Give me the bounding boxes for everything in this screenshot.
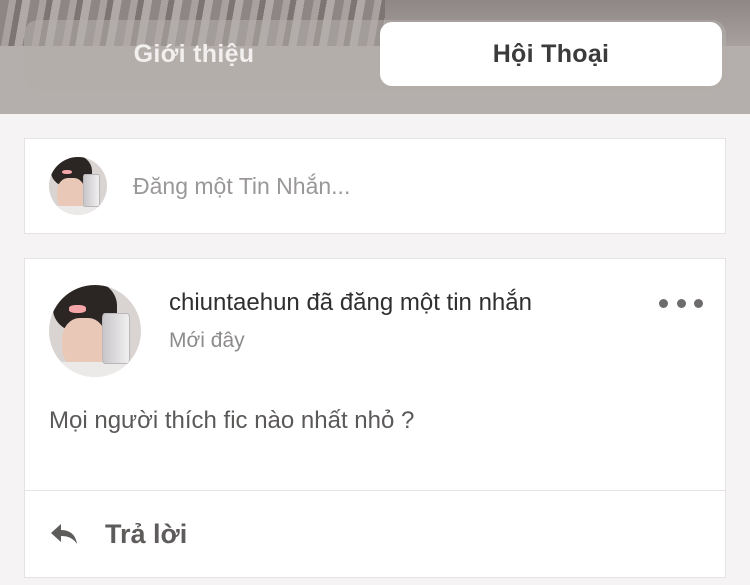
post-card: chiuntaehun đã đăng một tin nhắn Mới đây… xyxy=(24,258,726,578)
post-author-avatar[interactable] xyxy=(49,285,141,377)
post-timestamp: Mới đây xyxy=(169,329,245,352)
avatar xyxy=(49,157,107,215)
reply-label: Trả lời xyxy=(105,518,188,549)
more-options-icon[interactable] xyxy=(659,291,703,315)
profile-header: Giới thiệu Hội Thoại xyxy=(0,0,750,114)
message-composer xyxy=(24,138,726,234)
tab-conversation[interactable]: Hội Thoại xyxy=(380,22,722,86)
post-body: Mọi người thích fic nào nhất nhỏ ? xyxy=(49,407,415,434)
tab-intro[interactable]: Giới thiệu xyxy=(24,22,364,86)
reply-arrow-icon xyxy=(51,524,77,544)
message-input[interactable] xyxy=(133,172,725,200)
post-title: chiuntaehun đã đăng một tin nhắn xyxy=(169,289,532,316)
reply-button[interactable]: Trả lời xyxy=(49,509,187,559)
divider xyxy=(25,490,725,491)
tab-bar: Giới thiệu Hội Thoại xyxy=(24,20,726,90)
